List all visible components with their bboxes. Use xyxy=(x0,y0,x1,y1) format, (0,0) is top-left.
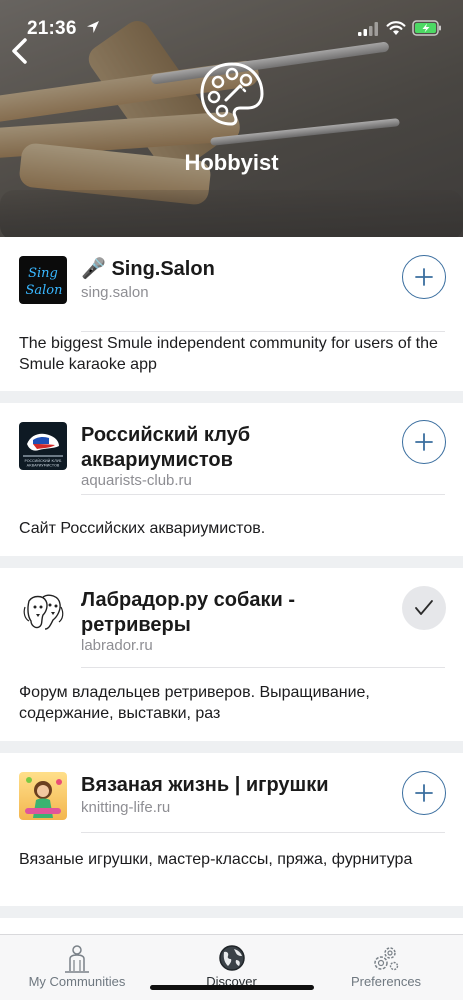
svg-text:Salon: Salon xyxy=(25,283,62,298)
tab-my-communities[interactable]: My Communities xyxy=(0,935,154,1000)
status-bar: 21:36 xyxy=(0,0,463,56)
labrador-logo xyxy=(19,587,67,635)
knitting-life-logo xyxy=(19,772,67,820)
plus-icon xyxy=(415,433,433,451)
wifi-icon xyxy=(386,21,406,35)
status-time: 21:36 xyxy=(27,18,77,39)
plus-icon xyxy=(415,268,433,286)
page-title: Hobbyist xyxy=(184,150,279,175)
location-arrow-icon xyxy=(87,21,99,33)
tab-preferences[interactable]: Preferences xyxy=(309,935,463,1000)
community-description: Сайт Российских аквариумистов. xyxy=(19,520,266,537)
community-description: Вязаные игрушки, мастер-классы, пряжа, ф… xyxy=(19,851,413,868)
divider xyxy=(81,832,445,833)
divider xyxy=(81,667,445,668)
aquarists-club-logo: РОССИЙСКИЙ КЛУБ АКВАРИУМИСТОВ xyxy=(19,422,67,470)
community-card[interactable]: Лабрадор.ру собаки - ретриверы labrador.… xyxy=(0,568,463,741)
community-domain: knitting-life.ru xyxy=(81,799,171,816)
follow-button[interactable] xyxy=(402,771,446,815)
checkmark-icon xyxy=(415,600,433,615)
tab-label: My Communities xyxy=(28,974,126,989)
community-domain: aquarists-club.ru xyxy=(81,472,192,489)
divider xyxy=(81,494,445,495)
community-domain: labrador.ru xyxy=(81,637,153,654)
community-card[interactable]: РОССИЙСКИЙ КЛУБ АКВАРИУМИСТОВ Российский… xyxy=(0,403,463,556)
tab-bar: My Communities Discover Preferences xyxy=(0,934,463,1000)
home-indicator xyxy=(150,985,314,990)
person-icon xyxy=(65,945,89,973)
follow-button[interactable] xyxy=(402,420,446,464)
community-name[interactable]: Лабрадор.ру собаки - ретриверы xyxy=(81,588,381,638)
community-name[interactable]: Вязаная жизнь | игрушки xyxy=(81,773,381,798)
tab-label: Preferences xyxy=(350,974,422,989)
cellular-signal-icon xyxy=(358,22,378,36)
svg-text:Sing: Sing xyxy=(28,266,58,281)
tab-discover[interactable]: Discover xyxy=(154,935,309,1000)
divider xyxy=(81,331,445,332)
following-button[interactable] xyxy=(402,586,446,630)
category-header: 21:36 Hobbyist xyxy=(0,0,463,237)
community-card[interactable]: Вязаная жизнь | игрушки knitting-life.ru… xyxy=(0,753,463,906)
battery-charging-icon xyxy=(412,20,441,36)
plus-icon xyxy=(415,784,433,802)
community-name[interactable]: Российский клуб аквариумистов xyxy=(81,423,381,473)
follow-button[interactable] xyxy=(402,255,446,299)
svg-text:АКВАРИУМИСТОВ: АКВАРИУМИСТОВ xyxy=(27,464,60,468)
gears-icon xyxy=(374,947,399,971)
community-description: Форум владельцев ретриверов. Выращивание… xyxy=(19,684,370,722)
globe-icon xyxy=(218,945,245,971)
community-name[interactable]: 🎤 Sing.Salon xyxy=(81,257,381,282)
svg-text:РОССИЙСКИЙ КЛУБ: РОССИЙСКИЙ КЛУБ xyxy=(25,458,62,463)
community-card[interactable]: Sing Salon 🎤 Sing.Salon sing.salon The b… xyxy=(0,237,463,391)
palette-icon xyxy=(200,62,264,126)
sing-salon-logo: Sing Salon xyxy=(19,256,67,304)
community-description: The biggest Smule independent community … xyxy=(19,335,438,373)
community-domain: sing.salon xyxy=(81,284,149,301)
back-button[interactable] xyxy=(8,36,32,66)
